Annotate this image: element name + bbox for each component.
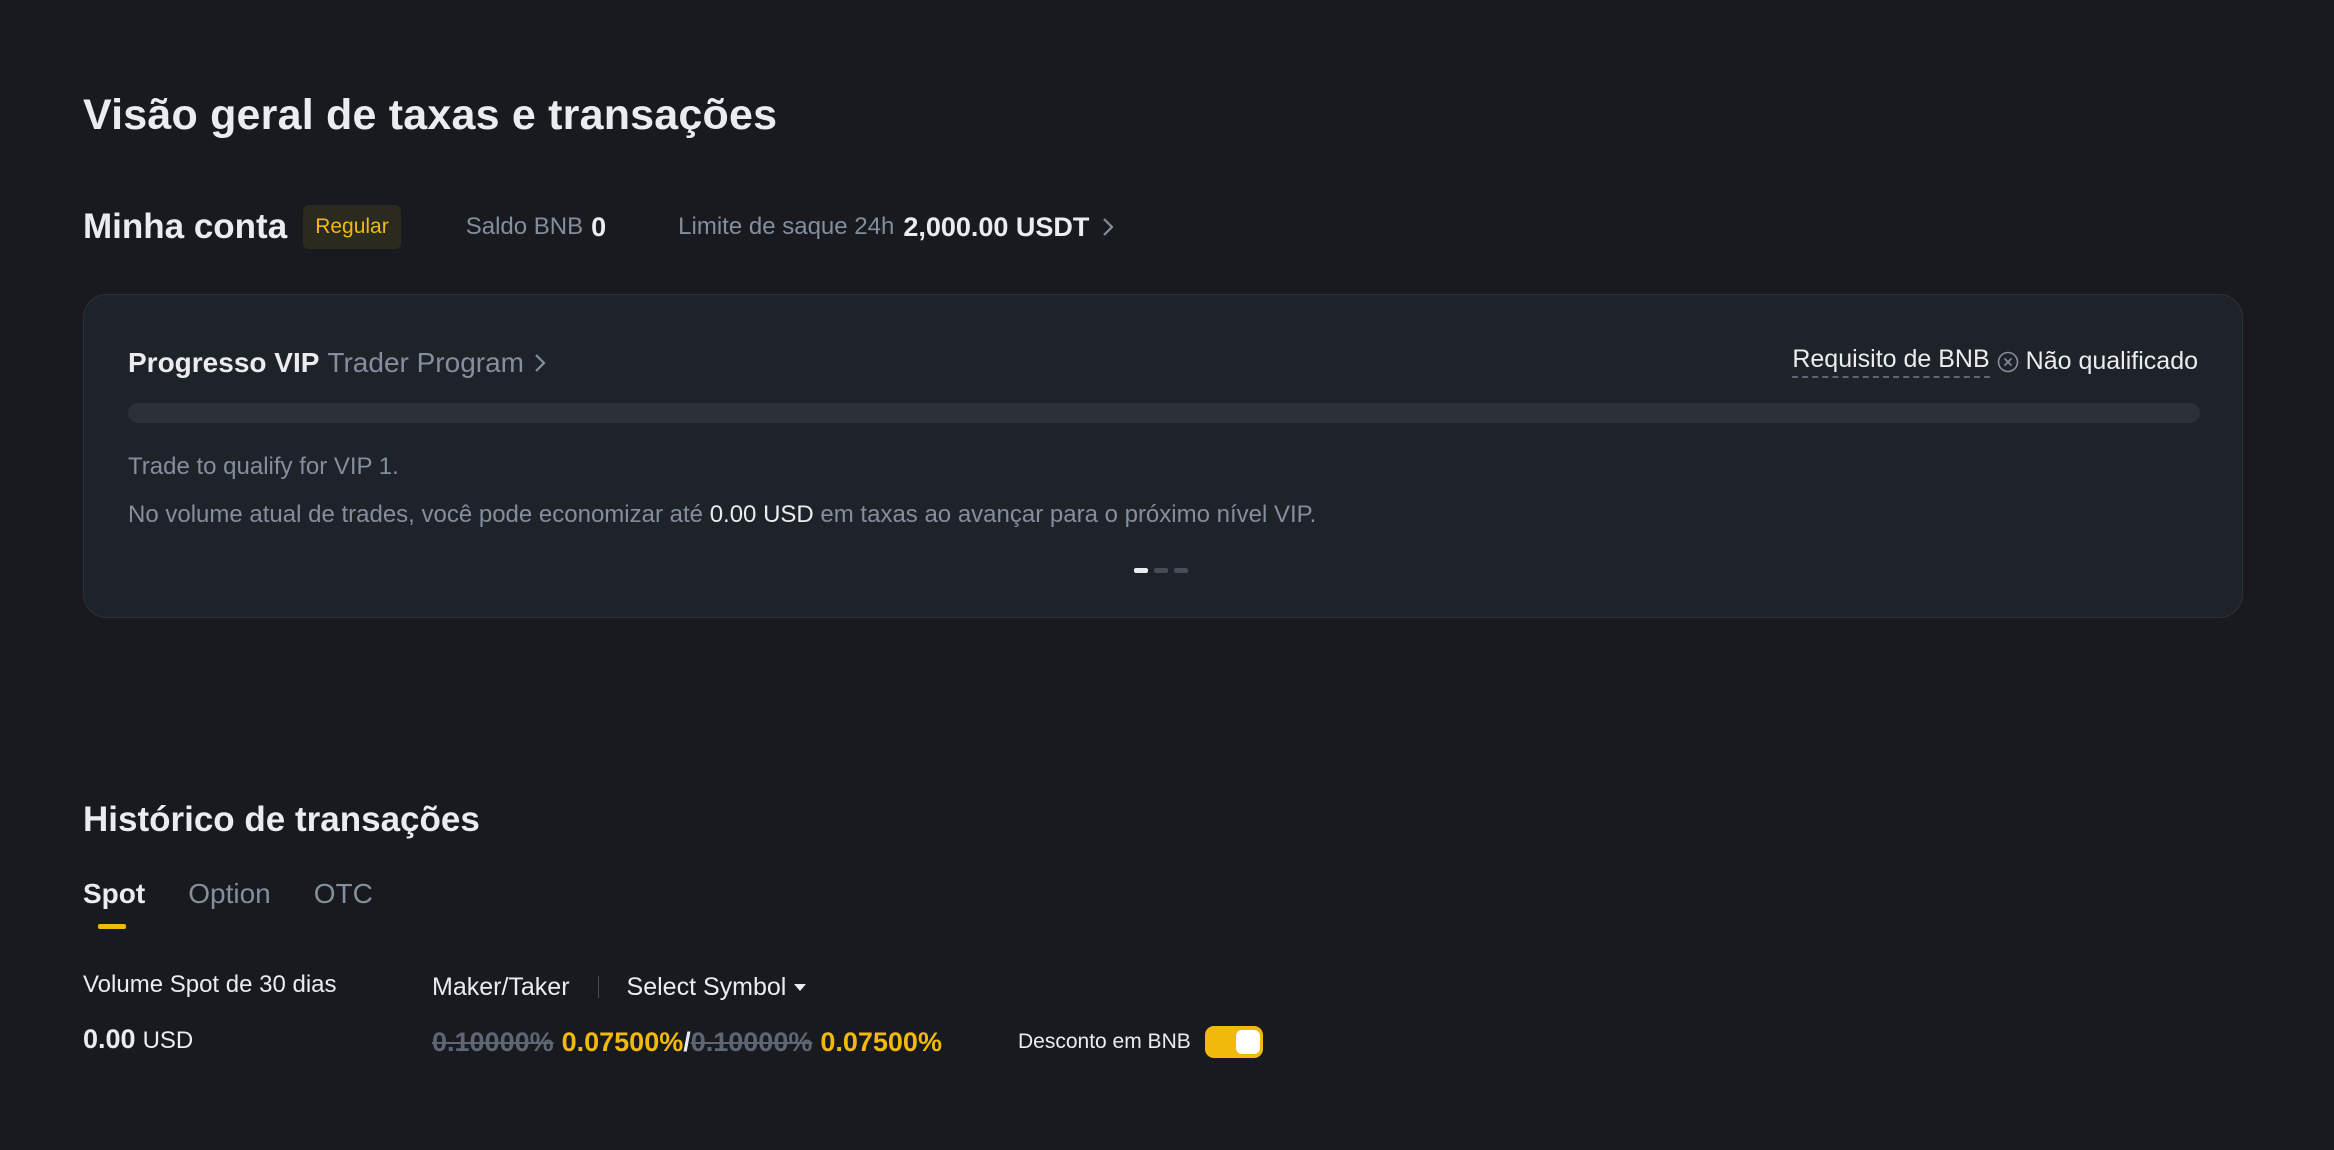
tab-option-label: Option xyxy=(188,878,271,909)
vip-title: Progresso VIP xyxy=(128,347,320,378)
bnb-balance-value: 0 xyxy=(591,211,607,242)
trader-program-link[interactable]: Trader Program xyxy=(327,347,524,379)
bnb-discount-toggle[interactable] xyxy=(1204,1026,1263,1058)
tab-otc[interactable]: OTC xyxy=(314,878,373,910)
spot-volume-unit: USD xyxy=(142,1027,194,1054)
taker-fee-original: 0.10000% xyxy=(690,1027,813,1057)
vip-savings-prefix: No volume atual de trades, você pode eco… xyxy=(128,501,704,528)
tier-badge: Regular xyxy=(303,205,401,249)
carousel-dot[interactable] xyxy=(1174,568,1188,573)
page-title: Visão geral de taxas e transações xyxy=(83,90,778,139)
bnb-discount: Desconto em BNB xyxy=(1018,1026,1263,1058)
tab-spot[interactable]: Spot xyxy=(83,878,146,929)
divider xyxy=(597,976,599,998)
bnb-discount-label: Desconto em BNB xyxy=(1018,1030,1191,1053)
vip-savings-value: 0.00 USD xyxy=(709,501,814,528)
spot-volume-label: Volume Spot de 30 dias xyxy=(83,971,337,998)
withdraw-limit-value[interactable]: 2,000.00 USDT xyxy=(903,212,1089,243)
fee-controls: Maker/Taker Select Symbol xyxy=(432,972,807,1002)
history-title: Histórico de transações xyxy=(83,800,480,840)
close-circle-icon xyxy=(1996,350,2020,374)
vip-qualify-text: Trade to qualify for VIP 1. xyxy=(128,453,399,480)
carousel-dot[interactable] xyxy=(1134,568,1148,573)
fee-separator: / xyxy=(683,1027,691,1057)
bnb-requirement-label[interactable]: Requisito de BNB xyxy=(1792,345,1990,378)
tab-option[interactable]: Option xyxy=(188,878,271,910)
carousel-dot[interactable] xyxy=(1154,568,1168,573)
bnb-requirement-status: Não qualificado xyxy=(2025,347,2198,375)
bnb-balance-label: Saldo BNB xyxy=(465,213,584,240)
select-symbol-dropdown[interactable]: Select Symbol xyxy=(627,973,807,1002)
fee-rates: 0.10000% 0.07500% / 0.10000% 0.07500% xyxy=(432,1027,942,1058)
account-title: Minha conta xyxy=(83,207,288,246)
taker-fee-discounted: 0.07500% xyxy=(820,1027,942,1057)
carousel-dots xyxy=(1134,568,1188,573)
vip-savings-suffix: em taxas ao avançar para o próximo nível… xyxy=(820,501,1317,528)
maker-fee-discounted: 0.07500% xyxy=(561,1027,684,1057)
withdraw-limit-label: Limite de saque 24h xyxy=(678,213,895,240)
maker-fee-original: 0.10000% xyxy=(432,1027,554,1057)
select-symbol-label: Select Symbol xyxy=(626,972,787,1001)
history-tabs: Spot Option OTC xyxy=(83,878,416,929)
active-tab-indicator xyxy=(98,924,126,929)
spot-volume: 0.00 USD xyxy=(83,1024,193,1055)
bnb-requirement: Requisito de BNB Não qualificado xyxy=(1792,345,2198,378)
caret-down-icon xyxy=(794,983,807,991)
maker-taker-label: Maker/Taker xyxy=(432,972,570,1001)
vip-savings-text: No volume atual de trades, você pode eco… xyxy=(128,501,1316,529)
vip-progress-bar xyxy=(128,403,2200,423)
spot-volume-value: 0.00 xyxy=(83,1024,136,1054)
tab-spot-label: Spot xyxy=(83,878,146,909)
account-summary: Minha conta Regular Saldo BNB 0 Limite d… xyxy=(83,202,1118,252)
chevron-right-icon[interactable] xyxy=(1098,214,1118,240)
chevron-right-icon[interactable] xyxy=(534,351,550,375)
vip-header: Progresso VIP Trader Program xyxy=(128,347,550,379)
vip-progress-card: Progresso VIP Trader Program Requisito d… xyxy=(83,294,2243,618)
toggle-knob xyxy=(1235,1030,1260,1054)
tab-otc-label: OTC xyxy=(313,878,373,909)
